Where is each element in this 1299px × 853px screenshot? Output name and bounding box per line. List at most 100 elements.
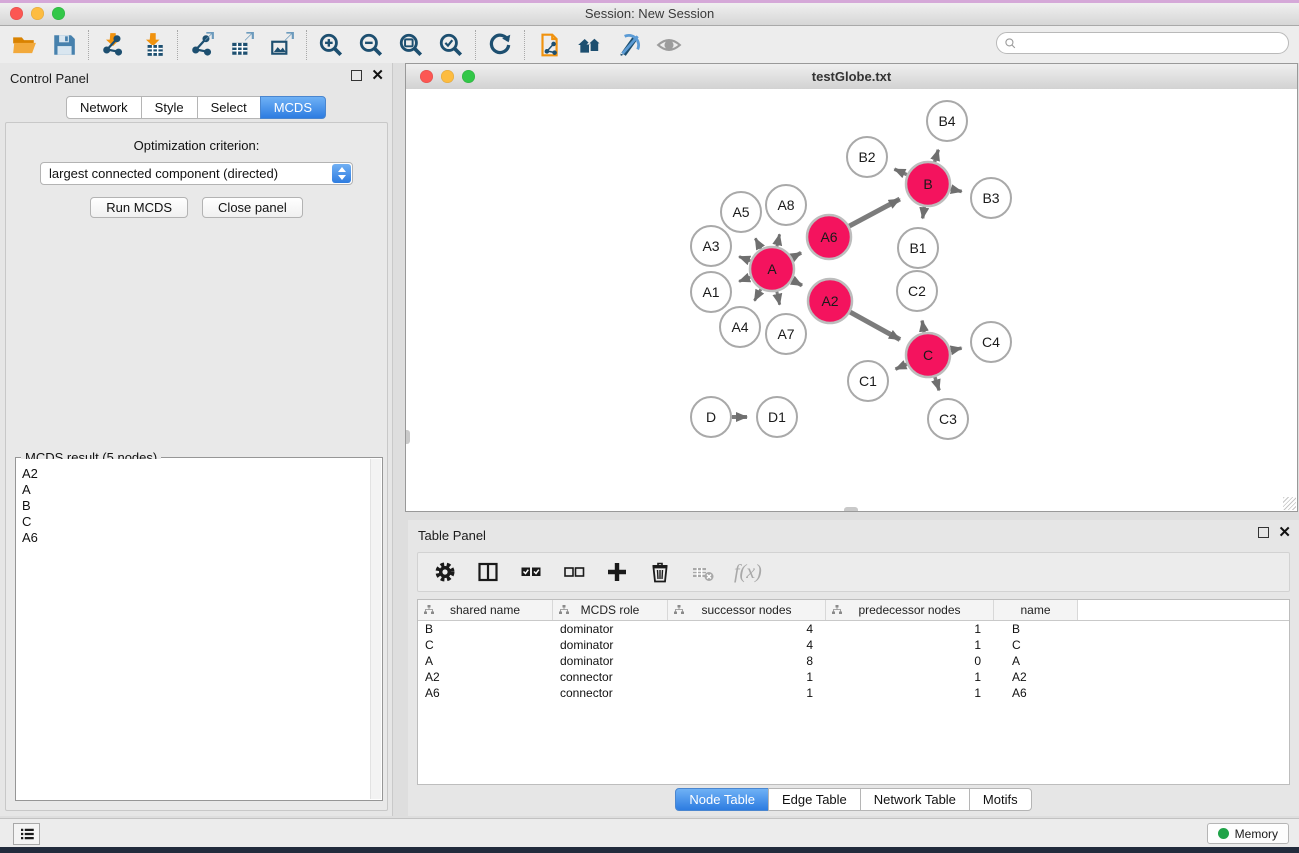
network-document-button[interactable]	[534, 30, 564, 60]
mcds-result-list[interactable]: A2ABCA6	[17, 459, 371, 799]
graph-node-A8[interactable]: A8	[766, 185, 806, 225]
graph-node-A5[interactable]: A5	[721, 192, 761, 232]
graph-node-C2[interactable]: C2	[897, 271, 937, 311]
tab-node-table[interactable]: Node Table	[675, 788, 769, 811]
export-network-button[interactable]	[187, 30, 217, 60]
cell-predecessor-nodes: 1	[826, 638, 994, 652]
graph-node-D[interactable]: D	[691, 397, 731, 437]
import-network-button[interactable]	[98, 30, 128, 60]
tab-network[interactable]: Network	[66, 96, 142, 119]
network-graph[interactable]: B4 B2 B B3 A8A5 A6 A3 B1 A A1 C2 A2 A4A7 C4 C C1 C3 D D1	[406, 89, 1297, 511]
open-folder-button[interactable]	[9, 30, 39, 60]
svg-text:B4: B4	[938, 113, 955, 129]
mcds-result-item[interactable]: C	[22, 514, 371, 530]
refresh-button[interactable]	[485, 30, 515, 60]
graph-node-B4[interactable]: B4	[927, 101, 967, 141]
mcds-result-item[interactable]: A6	[22, 530, 371, 546]
new-column-icon	[605, 560, 629, 584]
table-header-row: shared nameMCDS rolesuccessor nodesprede…	[418, 600, 1289, 621]
search-icon	[1004, 37, 1017, 50]
graph-node-C4[interactable]: C4	[971, 322, 1011, 362]
hide-annotations-button[interactable]	[614, 30, 644, 60]
select-all-columns-button[interactable]	[517, 558, 545, 586]
graph-node-C1[interactable]: C1	[848, 361, 888, 401]
network-window-titlebar[interactable]: testGlobe.txt	[406, 64, 1297, 90]
delete-columns-button[interactable]	[646, 558, 674, 586]
graph-node-C3[interactable]: C3	[928, 399, 968, 439]
float-panel-icon[interactable]	[351, 70, 362, 81]
tab-style[interactable]: Style	[141, 96, 198, 119]
table-row[interactable]: A6connector11A6	[418, 685, 1289, 701]
export-table-button[interactable]	[227, 30, 257, 60]
export-image-button[interactable]	[267, 30, 297, 60]
graph-node-B1[interactable]: B1	[898, 228, 938, 268]
table-row[interactable]: Adominator80A	[418, 653, 1289, 669]
app-titlebar[interactable]: Session: New Session	[0, 3, 1299, 26]
graph-node-B3[interactable]: B3	[971, 178, 1011, 218]
tab-network-table[interactable]: Network Table	[860, 788, 970, 811]
criterion-select[interactable]: largest connected component (directed)	[40, 162, 353, 185]
zoom-in-button[interactable]	[316, 30, 346, 60]
cell-predecessor-nodes: 1	[826, 686, 994, 700]
task-history-button[interactable]	[13, 823, 40, 845]
new-column-button[interactable]	[603, 558, 631, 586]
graph-node-A2[interactable]: A2	[808, 279, 852, 323]
home-button[interactable]	[574, 30, 604, 60]
import-table-button[interactable]	[138, 30, 168, 60]
vertical-scroll-nub[interactable]	[406, 430, 410, 444]
eye-button[interactable]	[654, 30, 684, 60]
mcds-result-item[interactable]: A	[22, 482, 371, 498]
run-mcds-button[interactable]: Run MCDS	[90, 197, 188, 218]
resize-grip[interactable]	[1283, 497, 1296, 510]
graph-node-C[interactable]: C	[906, 333, 950, 377]
tab-select[interactable]: Select	[197, 96, 261, 119]
column-header-MCDS-role[interactable]: MCDS role	[553, 600, 668, 620]
graph-node-A[interactable]: A	[750, 247, 794, 291]
memory-button[interactable]: Memory	[1207, 823, 1289, 844]
control-panel-header: Control Panel ✕	[0, 63, 392, 91]
column-header-name[interactable]: name	[994, 600, 1078, 620]
graph-node-D1[interactable]: D1	[757, 397, 797, 437]
column-header-shared-name[interactable]: shared name	[418, 600, 553, 620]
table-row[interactable]: A2connector11A2	[418, 669, 1289, 685]
column-header-successor-nodes[interactable]: successor nodes	[668, 600, 826, 620]
search-input[interactable]	[1017, 34, 1288, 52]
graph-node-A3[interactable]: A3	[691, 226, 731, 266]
gear-button[interactable]	[431, 558, 459, 586]
graph-node-A1[interactable]: A1	[691, 272, 731, 312]
graph-node-A7[interactable]: A7	[766, 314, 806, 354]
table-row[interactable]: Cdominator41C	[418, 637, 1289, 653]
zoom-selected-button[interactable]	[436, 30, 466, 60]
refresh-icon	[487, 32, 513, 58]
deselect-all-columns-button[interactable]	[560, 558, 588, 586]
delete-columns-icon	[648, 560, 672, 584]
float-table-panel-icon[interactable]	[1258, 527, 1269, 538]
close-panel-icon[interactable]: ✕	[371, 70, 384, 81]
fork-icon	[558, 604, 570, 616]
tab-edge-table[interactable]: Edge Table	[768, 788, 861, 811]
close-panel-button[interactable]: Close panel	[202, 197, 303, 218]
column-header-predecessor-nodes[interactable]: predecessor nodes	[826, 600, 994, 620]
network-canvas[interactable]: B4 B2 B B3 A8A5 A6 A3 B1 A A1 C2 A2 A4A7 C4 C C1 C3 D D1	[406, 89, 1297, 511]
function-builder-button[interactable]: f(x)	[734, 561, 762, 584]
save-button[interactable]	[49, 30, 79, 60]
table-row[interactable]: Bdominator41B	[418, 621, 1289, 637]
graph-node-A4[interactable]: A4	[720, 307, 760, 347]
mcds-result-item[interactable]: B	[22, 498, 371, 514]
zoom-out-button[interactable]	[356, 30, 386, 60]
tab-mcds[interactable]: MCDS	[260, 96, 326, 119]
application-window: Session: New Session Control Panel ✕ Net…	[0, 0, 1299, 853]
graph-node-B2[interactable]: B2	[847, 137, 887, 177]
search-field[interactable]	[996, 32, 1289, 54]
close-table-panel-icon[interactable]: ✕	[1278, 527, 1291, 538]
graph-node-B[interactable]: B	[906, 162, 950, 206]
result-list-scrollbar[interactable]	[370, 459, 381, 799]
mcds-result-item[interactable]: A2	[22, 466, 371, 482]
zoom-fit-button[interactable]	[396, 30, 426, 60]
cell-shared-name: A	[418, 654, 553, 668]
tab-motifs[interactable]: Motifs	[969, 788, 1032, 811]
split-panel-button[interactable]	[474, 558, 502, 586]
graph-node-A6[interactable]: A6	[807, 215, 851, 259]
horizontal-scroll-nub[interactable]	[844, 507, 858, 511]
delete-table-button[interactable]	[689, 558, 717, 586]
